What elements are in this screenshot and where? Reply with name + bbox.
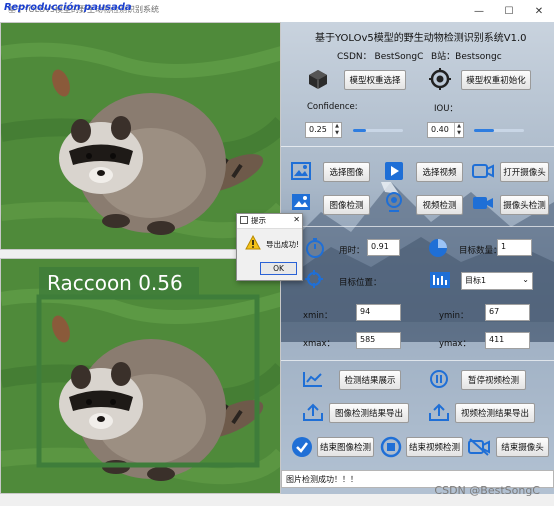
target-select[interactable]: 目标1 ⌄ xyxy=(461,272,533,290)
iou-slider[interactable] xyxy=(474,129,524,132)
pie-chart-icon xyxy=(429,239,447,257)
confidence-value: 0.25 xyxy=(309,125,327,134)
bilibili-label: B站：Bestsongc xyxy=(431,52,502,62)
app-title: 基于YOLOv5模型的野生动物检测识别系统V1.0 xyxy=(315,33,527,44)
xmax-field[interactable]: 585 xyxy=(356,332,401,349)
open-camera-button[interactable]: 打开摄像头 xyxy=(500,162,549,182)
maximize-button[interactable]: ☐ xyxy=(494,0,524,22)
webcam-icon xyxy=(386,192,402,212)
detection-raccoon-image: Raccoon 0.56 xyxy=(1,259,280,493)
iou-spinbox[interactable]: 0.40 ▲ ▼ xyxy=(427,122,464,138)
export-image-icon xyxy=(303,403,323,421)
export-video-icon xyxy=(429,403,449,421)
init-weights-button[interactable]: 模型权重初始化 xyxy=(461,70,531,90)
spin-arrows-icon[interactable]: ▲ ▼ xyxy=(332,123,341,137)
camera-detect-button[interactable]: 摄像头检测 xyxy=(500,195,549,215)
window-controls: — ☐ ✕ xyxy=(464,0,554,22)
bar-list-icon xyxy=(430,272,450,288)
export-image-results-button[interactable]: 图像检测结果导出 xyxy=(329,403,409,423)
select-video-button[interactable]: 选择视频 xyxy=(416,162,463,182)
target-select-value: 目标1 xyxy=(465,276,487,285)
check-circle-icon xyxy=(292,437,312,457)
camera-outline-icon xyxy=(472,164,494,178)
dialog-close-button[interactable]: ✕ xyxy=(293,215,300,224)
pause-video-button[interactable]: 暂停视频检测 xyxy=(461,370,526,390)
app-icon xyxy=(240,216,248,224)
iou-slider-fill xyxy=(474,129,494,132)
spin-arrows-icon[interactable]: ▲ ▼ xyxy=(454,123,463,137)
xmin-field[interactable]: 94 xyxy=(356,304,401,321)
watermark: CSDN @BestSongC xyxy=(434,484,540,497)
video-detect-button[interactable]: 视频检测 xyxy=(416,195,463,215)
camera-off-icon xyxy=(468,438,490,456)
count-field[interactable]: 1 xyxy=(497,239,532,256)
chevron-down-icon: ⌄ xyxy=(522,275,529,284)
detection-label: Raccoon 0.56 xyxy=(47,271,183,295)
crosshair-icon xyxy=(305,270,323,288)
control-panel: 基于YOLOv5模型的野生动物检测识别系统V1.0 CSDN： BestSong… xyxy=(281,22,554,494)
dialog-ok-button[interactable]: OK xyxy=(260,262,297,275)
dialog-message: 导出成功! xyxy=(266,240,300,249)
select-weights-button[interactable]: 模型权重选择 xyxy=(344,70,406,90)
window-titlebar: 基于YOLOv5模型的野生动物检测识别系统 Reproducción pausa… xyxy=(0,0,554,23)
detection-image-pane: Raccoon 0.56 xyxy=(0,258,281,494)
video-play-icon xyxy=(385,162,403,180)
ymax-label: ymax： xyxy=(439,339,472,349)
warning-icon xyxy=(245,235,261,250)
panel-background xyxy=(281,22,554,494)
show-results-button[interactable]: 检测结果展示 xyxy=(339,370,401,390)
iou-label: IOU： xyxy=(434,104,458,114)
iou-value: 0.40 xyxy=(431,125,449,134)
camera-filled-icon xyxy=(473,197,493,209)
end-image-detect-button[interactable]: 结束图像检测 xyxy=(317,437,374,457)
image-detect-button[interactable]: 图像检测 xyxy=(323,195,370,215)
xmax-label: xmax： xyxy=(303,339,336,349)
target-gear-icon xyxy=(429,68,451,90)
ymin-field[interactable]: 67 xyxy=(485,304,530,321)
count-label: 目标数量： xyxy=(459,246,502,256)
dialog-titlebar: 提示 ✕ xyxy=(237,214,302,229)
confidence-label: Confidence: xyxy=(307,102,358,112)
cube-icon xyxy=(309,70,327,89)
time-label: 用时： xyxy=(339,246,365,256)
pause-icon xyxy=(430,370,448,388)
info-dialog: 提示 ✕ 导出成功! OK xyxy=(236,213,303,281)
xmin-label: xmin： xyxy=(303,311,333,321)
divider xyxy=(281,146,554,147)
recording-overlay-text: Reproducción pausada xyxy=(4,2,132,13)
confidence-spinbox[interactable]: 0.25 ▲ ▼ xyxy=(305,122,342,138)
divider xyxy=(281,226,554,227)
dialog-title: 提示 xyxy=(251,216,266,225)
image-detect-icon xyxy=(292,194,310,210)
status-message: 图片检测成功！！！ xyxy=(286,475,358,484)
csdn-label: CSDN： BestSongC xyxy=(337,52,424,62)
stop-circle-icon xyxy=(380,436,402,458)
close-button[interactable]: ✕ xyxy=(524,0,554,22)
confidence-slider[interactable] xyxy=(353,129,403,132)
ymax-field[interactable]: 411 xyxy=(485,332,530,349)
minimize-button[interactable]: — xyxy=(464,0,494,22)
ymin-label: ymin： xyxy=(439,311,469,321)
time-field[interactable]: 0.91 xyxy=(367,239,400,256)
end-camera-button[interactable]: 结束摄像头 xyxy=(496,437,549,457)
stopwatch-icon xyxy=(306,238,324,258)
line-chart-icon xyxy=(303,372,322,387)
select-image-button[interactable]: 选择图像 xyxy=(323,162,370,182)
confidence-slider-fill xyxy=(353,129,366,132)
position-label: 目标位置： xyxy=(339,278,382,288)
image-icon xyxy=(291,162,311,180)
end-video-detect-button[interactable]: 结束视频检测 xyxy=(406,437,463,457)
export-video-results-button[interactable]: 视频检测结果导出 xyxy=(455,403,535,423)
divider xyxy=(281,360,554,361)
